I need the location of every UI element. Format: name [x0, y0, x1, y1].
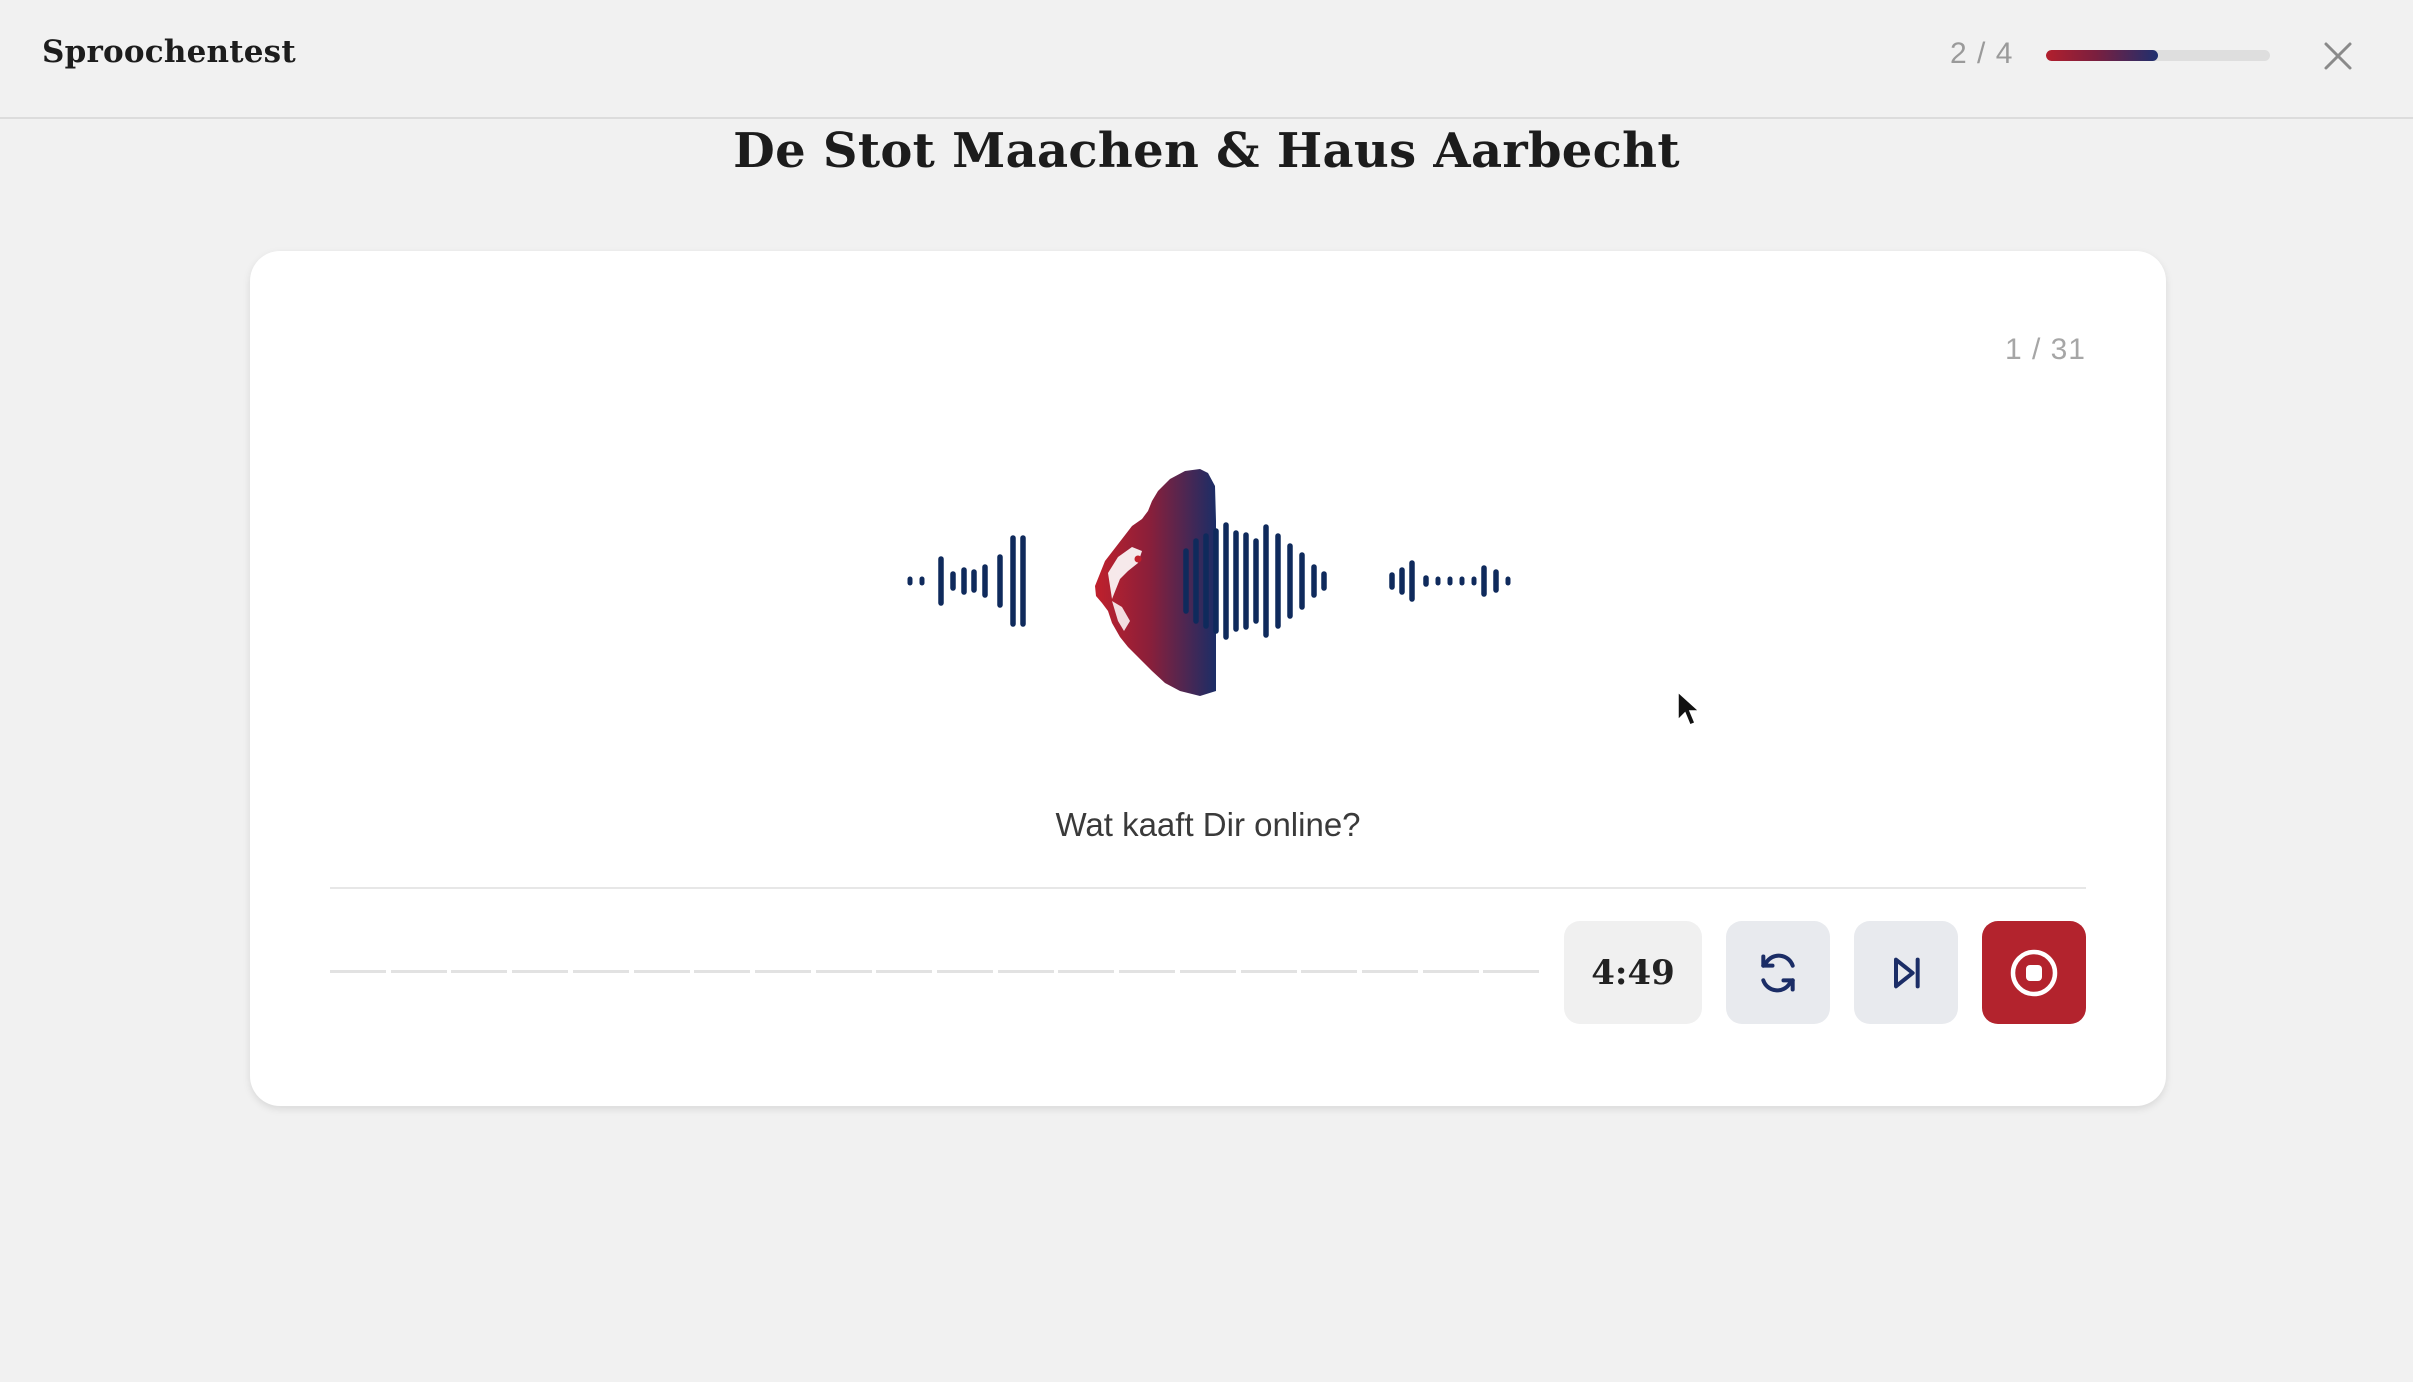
question-text: Wat kaaft Dir online?	[1055, 806, 1361, 843]
restart-button[interactable]	[1726, 921, 1830, 1024]
stop-record-icon	[2010, 949, 2058, 996]
top-bar: Sproochentest 2 / 4	[0, 0, 2413, 119]
lion-soundwave-logo	[907, 469, 1511, 696]
divider	[330, 887, 2086, 889]
step-counter: 2 / 4	[1950, 37, 2014, 70]
mouse-cursor-icon	[1677, 690, 1701, 726]
record-button[interactable]	[1982, 921, 2086, 1024]
answer-placeholder-line	[330, 970, 1540, 976]
skip-next-icon	[1894, 957, 1920, 988]
close-button[interactable]	[2318, 36, 2358, 76]
app-title: Sproochentest	[42, 34, 296, 70]
question-counter: 1 / 31	[2004, 333, 2086, 366]
refresh-icon	[1761, 953, 1795, 992]
question-card: 1 / 31 Wat kaaft Dir online? 4:49	[250, 251, 2166, 1106]
progress-bar	[2046, 50, 2270, 61]
close-icon	[2324, 42, 2352, 70]
progress-bar-fill	[2046, 50, 2158, 61]
skip-button[interactable]	[1854, 921, 1958, 1024]
page-title: De Stot Maachen & Haus Aarbecht	[733, 123, 1680, 179]
countdown-timer: 4:49	[1564, 921, 1702, 1024]
